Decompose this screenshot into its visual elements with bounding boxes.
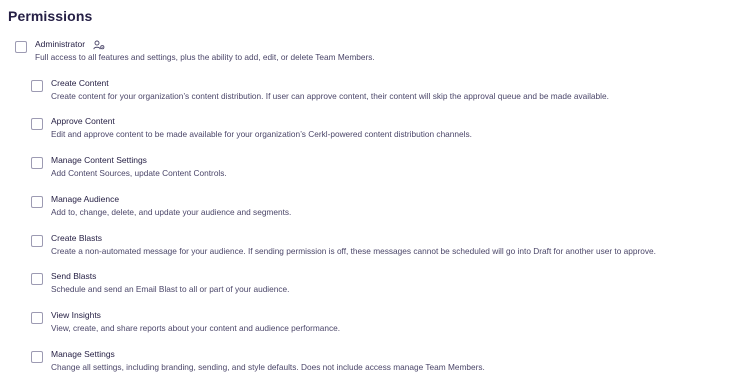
approve-content-checkbox[interactable]: [31, 118, 43, 130]
permission-view-insights: View Insights View, create, and share re…: [31, 310, 340, 334]
permission-description: View, create, and share reports about yo…: [51, 323, 341, 333]
permission-description: Add Content Sources, update Content Cont…: [51, 168, 227, 178]
permission-description: Schedule and send an Email Blast to all …: [51, 284, 290, 294]
user-gear-icon: [93, 40, 105, 49]
permission-label: View Insights: [51, 310, 101, 320]
permission-label: Manage Settings: [51, 349, 115, 359]
administrator-checkbox[interactable]: [15, 41, 27, 53]
permission-send-blasts: Send Blasts Schedule and send an Email B…: [31, 271, 289, 295]
permission-label: Approve Content: [51, 116, 115, 126]
administrator-description: Full access to all features and settings…: [35, 52, 375, 62]
permission-manage-audience: Manage Audience Add to, change, delete, …: [31, 194, 291, 218]
create-blasts-checkbox[interactable]: [31, 235, 43, 247]
permission-description: Create content for your organization’s c…: [51, 91, 609, 101]
permission-description: Create a non-automated message for your …: [51, 246, 656, 256]
permission-description: Change all settings, including branding,…: [51, 362, 485, 372]
permission-label: Manage Content Settings: [51, 155, 147, 165]
permission-label: Create Content: [51, 78, 109, 88]
permission-description: Add to, change, delete, and update your …: [51, 207, 292, 217]
permission-label: Create Blasts: [51, 233, 103, 243]
view-insights-checkbox[interactable]: [31, 312, 43, 324]
permission-manage-settings: Manage Settings Change all settings, inc…: [31, 349, 485, 373]
permission-approve-content: Approve Content Edit and approve content…: [31, 116, 472, 140]
manage-audience-checkbox[interactable]: [31, 196, 43, 208]
permission-description: Edit and approve content to be made avai…: [51, 129, 472, 139]
permission-label: Send Blasts: [51, 271, 97, 281]
page-title: Permissions: [8, 8, 93, 24]
permission-label: Manage Audience: [51, 194, 120, 204]
permission-create-content: Create Content Create content for your o…: [31, 78, 609, 102]
manage-content-settings-checkbox[interactable]: [31, 157, 43, 169]
create-content-checkbox[interactable]: [31, 80, 43, 92]
manage-settings-checkbox[interactable]: [31, 351, 43, 363]
administrator-label: Administrator: [35, 39, 86, 49]
permission-manage-content-settings: Manage Content Settings Add Content Sour…: [31, 155, 227, 179]
send-blasts-checkbox[interactable]: [31, 273, 43, 285]
permission-create-blasts: Create Blasts Create a non-automated mes…: [31, 233, 656, 257]
permission-administrator: Administrator Full access to all feature…: [15, 39, 375, 63]
